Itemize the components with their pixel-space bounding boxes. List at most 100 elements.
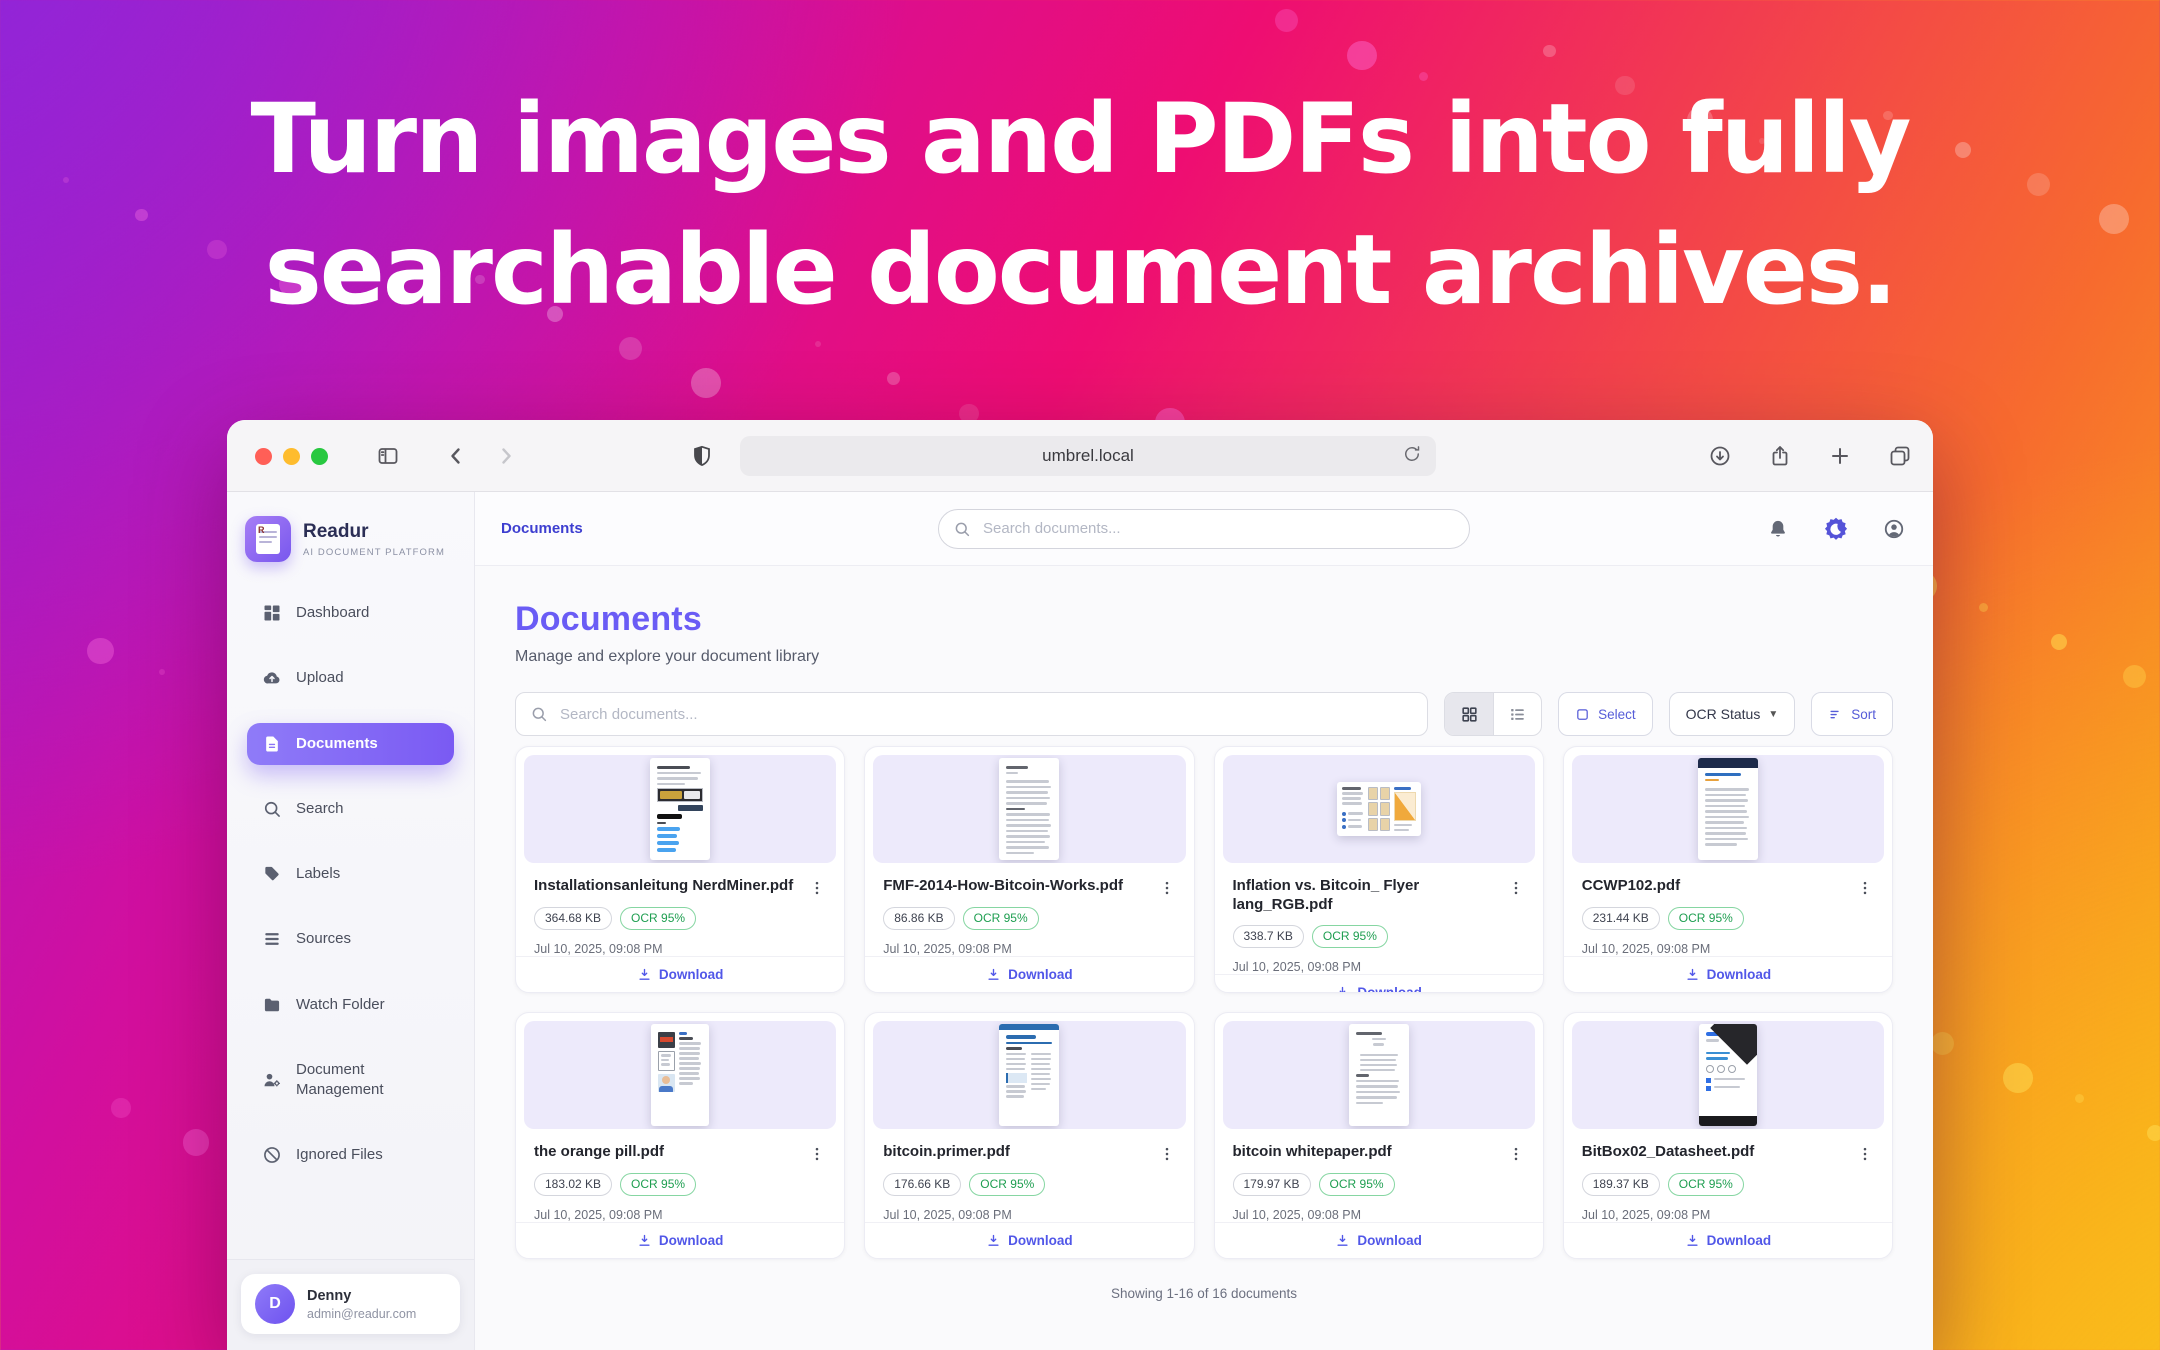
ocr-status-badge: OCR 95%	[1319, 1173, 1395, 1196]
document-card[interactable]: bitcoin.primer.pdf 176.66 KB OCR 95% Jul…	[864, 1012, 1194, 1259]
bg-dot	[887, 372, 900, 385]
document-thumbnail	[1223, 1021, 1535, 1129]
bg-dot	[111, 1098, 131, 1118]
kebab-menu-icon[interactable]	[808, 879, 826, 897]
kebab-menu-icon[interactable]	[1507, 879, 1525, 897]
ocr-status-badge: OCR 95%	[620, 907, 696, 930]
document-name: BitBox02_Datasheet.pdf	[1582, 1143, 1755, 1162]
bg-dot	[183, 1129, 209, 1155]
tab-overview-icon[interactable]	[1887, 443, 1913, 469]
document-date: Jul 10, 2025, 09:08 PM	[1233, 960, 1525, 974]
download-link[interactable]: Download	[865, 956, 1193, 993]
readur-logo-icon: R	[245, 516, 291, 562]
documents-search-input[interactable]	[515, 692, 1428, 736]
document-card[interactable]: BitBox02_Datasheet.pdf 189.37 KB OCR 95%…	[1563, 1012, 1893, 1259]
sidebar-item-dashboard[interactable]: Dashboard	[247, 592, 454, 634]
forward-button[interactable]	[491, 441, 521, 471]
sidebar-item-labels[interactable]: Labels	[247, 853, 454, 895]
document-name: Inflation vs. Bitcoin_ Flyer lang_RGB.pd…	[1233, 877, 1499, 915]
document-thumbnail	[873, 755, 1185, 863]
document-card[interactable]: the orange pill.pdf 183.02 KB OCR 95% Ju…	[515, 1012, 845, 1259]
theme-toggle-icon[interactable]	[1823, 516, 1849, 542]
sidebar-item-document-management[interactable]: Document Management	[247, 1049, 454, 1112]
sidebar-item-ignored-files[interactable]: Ignored Files	[247, 1134, 454, 1176]
list-icon	[262, 929, 282, 949]
share-icon[interactable]	[1767, 443, 1793, 469]
account-icon[interactable]	[1881, 516, 1907, 542]
sidebar-toggle-icon[interactable]	[373, 441, 403, 471]
sidebar-item-documents[interactable]: Documents	[247, 723, 454, 765]
page-title: Documents	[515, 600, 1893, 639]
download-link[interactable]: Download	[865, 1222, 1193, 1259]
new-tab-icon[interactable]	[1827, 443, 1853, 469]
minimize-window-button[interactable]	[283, 448, 300, 465]
sidebar-item-sources[interactable]: Sources	[247, 918, 454, 960]
document-date: Jul 10, 2025, 09:08 PM	[534, 942, 826, 956]
shield-icon[interactable]	[687, 441, 717, 471]
user-name: Denny	[307, 1288, 416, 1304]
download-link[interactable]: Download	[516, 956, 844, 993]
grid-view-button[interactable]	[1445, 693, 1493, 735]
document-card[interactable]: FMF-2014-How-Bitcoin-Works.pdf 86.86 KB …	[864, 746, 1194, 993]
kebab-menu-icon[interactable]	[1158, 879, 1176, 897]
bg-dot	[87, 638, 113, 664]
downloads-icon[interactable]	[1707, 443, 1733, 469]
notifications-bell-icon[interactable]	[1765, 516, 1791, 542]
list-view-button[interactable]	[1493, 693, 1541, 735]
topbar-search-input[interactable]	[938, 509, 1470, 549]
document-card[interactable]: CCWP102.pdf 231.44 KB OCR 95% Jul 10, 20…	[1563, 746, 1893, 993]
kebab-menu-icon[interactable]	[1507, 1145, 1525, 1163]
bg-dot	[691, 368, 721, 398]
kebab-menu-icon[interactable]	[1856, 879, 1874, 897]
download-link[interactable]: Download	[516, 1222, 844, 1259]
sidebar-item-search[interactable]: Search	[247, 788, 454, 830]
document-thumbnail	[1572, 1021, 1884, 1129]
sidebar-item-watch-folder[interactable]: Watch Folder	[247, 984, 454, 1026]
select-button[interactable]: Select	[1558, 692, 1653, 736]
document-date: Jul 10, 2025, 09:08 PM	[883, 942, 1175, 956]
reload-icon[interactable]	[1402, 444, 1426, 468]
ocr-status-badge: OCR 95%	[620, 1173, 696, 1196]
results-count: Showing 1-16 of 16 documents	[515, 1286, 1893, 1319]
ocr-status-badge: OCR 95%	[1312, 925, 1388, 948]
download-link[interactable]: Download	[1564, 1222, 1892, 1259]
kebab-menu-icon[interactable]	[1856, 1145, 1874, 1163]
bg-dot	[2123, 665, 2146, 688]
close-window-button[interactable]	[255, 448, 272, 465]
user-card[interactable]: D Denny admin@readur.com	[241, 1274, 460, 1334]
ocr-status-dropdown[interactable]: OCR Status ▼	[1669, 692, 1796, 736]
bg-dot	[1275, 9, 1298, 32]
sidebar-item-upload[interactable]: Upload	[247, 657, 454, 699]
sidebar-nav: Dashboard Upload Documents Search Labels…	[227, 582, 474, 1200]
page-subtitle: Manage and explore your document library	[515, 648, 1893, 666]
checkbox-icon	[1575, 707, 1590, 722]
document-card[interactable]: Inflation vs. Bitcoin_ Flyer lang_RGB.pd…	[1214, 746, 1544, 993]
app-topbar: Documents	[475, 492, 1933, 566]
download-link[interactable]: Download	[1215, 974, 1543, 994]
kebab-menu-icon[interactable]	[808, 1145, 826, 1163]
download-link[interactable]: Download	[1564, 956, 1892, 993]
browser-window: umbrel.local R Readur AI DOCUMENT PLATFO…	[227, 420, 1933, 1350]
download-link[interactable]: Download	[1215, 1222, 1543, 1259]
address-bar[interactable]: umbrel.local	[740, 436, 1436, 476]
tag-icon	[262, 864, 282, 884]
document-card[interactable]: bitcoin whitepaper.pdf 179.97 KB OCR 95%…	[1214, 1012, 1544, 1259]
download-icon	[1335, 1233, 1350, 1248]
documents-search	[515, 692, 1428, 736]
bg-dot	[2075, 1094, 2084, 1103]
bg-dot	[815, 341, 821, 347]
file-size-badge: 179.97 KB	[1233, 1173, 1311, 1196]
document-thumbnail	[1572, 755, 1884, 863]
document-thumbnail	[1223, 755, 1535, 863]
kebab-menu-icon[interactable]	[1158, 1145, 1176, 1163]
search-icon	[953, 520, 971, 538]
file-size-badge: 364.68 KB	[534, 907, 612, 930]
brand-name: Readur	[303, 521, 445, 543]
file-size-badge: 183.02 KB	[534, 1173, 612, 1196]
breadcrumb[interactable]: Documents	[501, 520, 583, 537]
sort-button[interactable]: Sort	[1811, 692, 1893, 736]
bg-dot	[2051, 634, 2067, 650]
zoom-window-button[interactable]	[311, 448, 328, 465]
document-card[interactable]: Installationsanleitung NerdMiner.pdf 364…	[515, 746, 845, 993]
back-button[interactable]	[441, 441, 471, 471]
